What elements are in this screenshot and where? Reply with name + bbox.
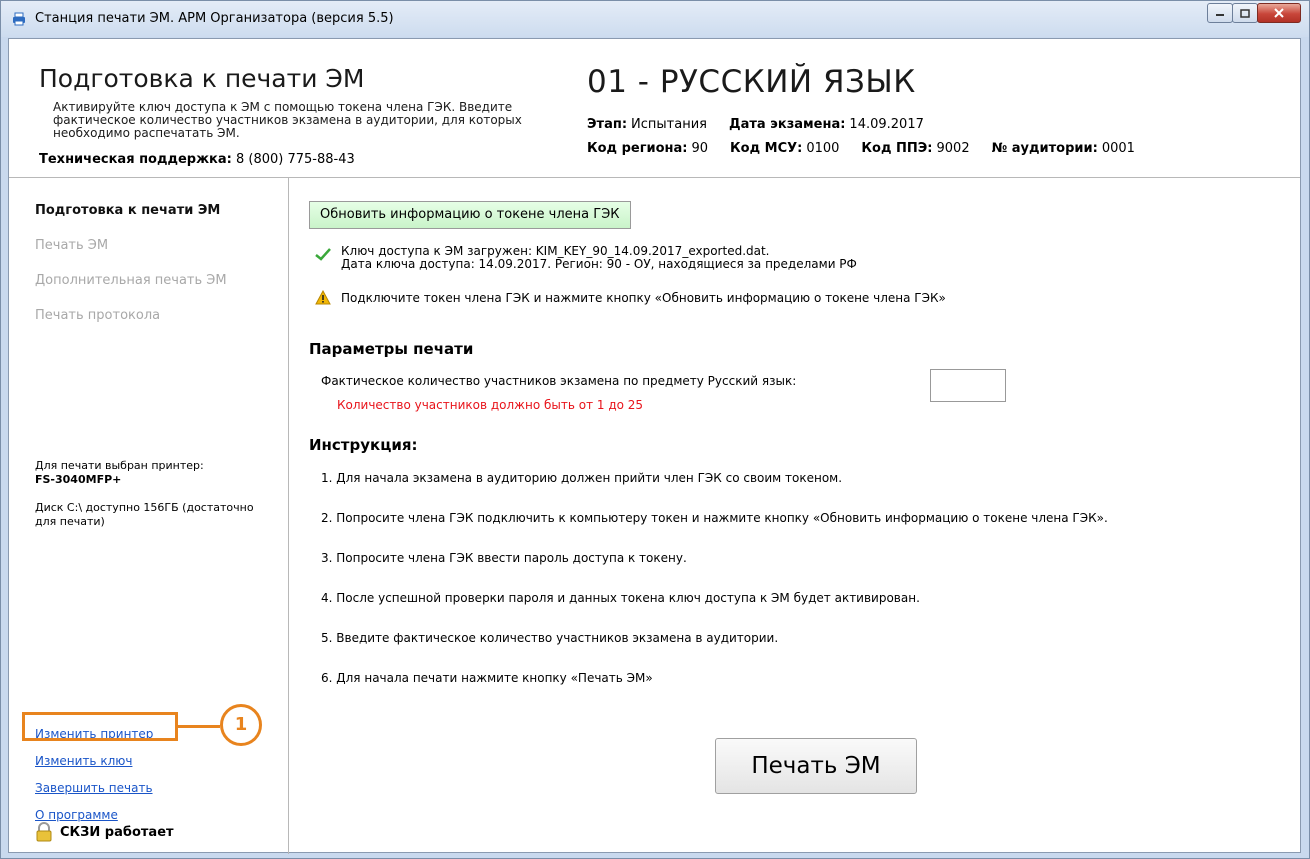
main-panel: Обновить информацию о токене члена ГЭК К… <box>289 178 1300 854</box>
instruction-step: 6. Для начала печати нажмите кнопку «Печ… <box>321 671 653 685</box>
region-value: 90 <box>691 141 709 156</box>
msu-value: 0100 <box>806 141 840 156</box>
crypto-status: СКЗИ работает <box>35 822 174 842</box>
params-heading: Параметры печати <box>309 340 474 358</box>
room-value: 0001 <box>1101 141 1135 156</box>
minimize-icon <box>1216 14 1224 16</box>
exam-meta-row-2: Код региона: 90 Код МСУ: 0100 Код ППЭ: 9002 № … <box>587 141 1139 156</box>
msu-label: Код МСУ: <box>730 141 803 156</box>
callout-number-badge: 1 <box>220 704 262 746</box>
nav-item-prepare[interactable]: Подготовка к печати ЭМ <box>35 203 220 218</box>
disk-info: Диск C:\ доступно 156ГБ (достаточно для … <box>35 501 254 528</box>
lock-icon <box>36 822 52 842</box>
participant-count-input[interactable] <box>930 369 1006 402</box>
support-info: Техническая поддержка: 8 (800) 775-88-43 <box>39 152 355 167</box>
crypto-status-text: СКЗИ работает <box>60 824 174 840</box>
instruction-step: 4. После успешной проверки пароля и данн… <box>321 591 920 605</box>
instruction-step: 2. Попросите члена ГЭК подключить к комп… <box>321 511 1108 525</box>
minimize-button[interactable] <box>1207 3 1233 23</box>
client-area: Подготовка к печати ЭМ Активируйте ключ … <box>8 38 1301 854</box>
checkmark-icon <box>315 248 331 261</box>
page-title: Подготовка к печати ЭМ <box>39 64 365 93</box>
window-title: Станция печати ЭМ. АРМ Организатора (вер… <box>35 11 394 26</box>
close-icon <box>1274 8 1284 18</box>
instruction-step: 1. Для начала экзамена в аудиторию долже… <box>321 471 843 485</box>
key-status: Ключ доступа к ЭМ загружен: KIM_KEY_90_1… <box>315 245 857 271</box>
instruction-step: 5. Введите фактическое количество участн… <box>321 631 779 645</box>
print-button[interactable]: Печать ЭМ <box>715 738 917 794</box>
key-date-text: Дата ключа доступа: 14.09.2017. Регион: … <box>341 257 857 271</box>
subject-title: 01 - РУССКИЙ ЯЗЫК <box>587 64 916 100</box>
page-description: Активируйте ключ доступа к ЭМ с помощью … <box>53 100 522 140</box>
warning-icon <box>315 290 331 305</box>
finish-print-link[interactable]: Завершить печать <box>35 781 153 795</box>
ppe-value: 9002 <box>936 141 970 156</box>
instruction-heading: Инструкция: <box>309 436 418 454</box>
about-link[interactable]: О программе <box>35 808 118 822</box>
support-label: Техническая поддержка: <box>39 152 232 167</box>
printer-label: Для печати выбран принтер: <box>35 459 204 472</box>
printer-info: Для печати выбран принтер: FS-3040MFP+ <box>35 459 204 487</box>
printer-name: FS-3040MFP+ <box>35 473 122 486</box>
exam-date-label: Дата экзамена: <box>728 117 846 132</box>
close-button[interactable] <box>1257 3 1301 23</box>
sidebar: Подготовка к печати ЭМ Печать ЭМ Дополни… <box>9 178 289 854</box>
update-token-button[interactable]: Обновить информацию о токене члена ГЭК <box>309 201 631 229</box>
callout-highlight-box <box>22 712 178 741</box>
warning-text: Подключите токен члена ГЭК и нажмите кно… <box>341 290 946 305</box>
exam-date-value: 14.09.2017 <box>849 117 924 132</box>
app-printer-icon <box>13 12 25 26</box>
change-key-link[interactable]: Изменить ключ <box>35 754 132 768</box>
maximize-icon <box>1240 8 1250 18</box>
nav-item-print: Печать ЭМ <box>35 238 109 253</box>
header-panel: Подготовка к печати ЭМ Активируйте ключ … <box>9 39 1300 178</box>
region-label: Код региона: <box>587 141 688 156</box>
nav-item-print-protocol: Печать протокола <box>35 308 161 323</box>
title-bar: Станция печати ЭМ. АРМ Организатора (вер… <box>1 1 1309 37</box>
token-warning: Подключите токен члена ГЭК и нажмите кно… <box>315 290 946 305</box>
support-phone: 8 (800) 775-88-43 <box>235 152 355 167</box>
exam-meta-row-1: Этап: Испытания Дата экзамена: 14.09.2017 <box>587 117 928 132</box>
count-error: Количество участников должно быть от 1 д… <box>337 398 644 412</box>
app-window: Станция печати ЭМ. АРМ Организатора (вер… <box>0 0 1310 859</box>
room-label: № аудитории: <box>991 141 1098 156</box>
stage-label: Этап: <box>587 117 628 132</box>
nav-item-additional-print: Дополнительная печать ЭМ <box>35 273 227 288</box>
maximize-button[interactable] <box>1232 3 1258 23</box>
ppe-label: Код ППЭ: <box>861 141 933 156</box>
instruction-step: 3. Попросите члена ГЭК ввести пароль дос… <box>321 551 687 565</box>
callout-connector <box>178 725 220 728</box>
window-controls <box>1207 3 1301 25</box>
stage-value: Испытания <box>631 117 707 132</box>
count-label: Фактическое количество участников экзаме… <box>321 374 797 388</box>
